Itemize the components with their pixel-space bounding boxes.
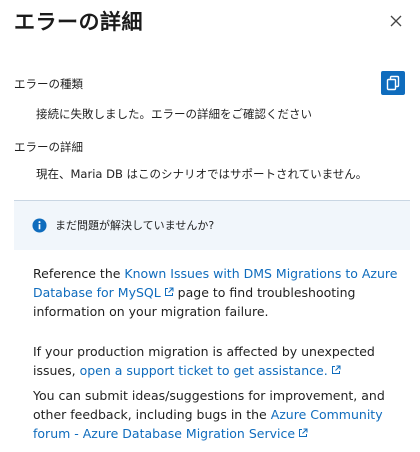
info-icon [32, 218, 47, 233]
copy-button[interactable] [381, 71, 405, 95]
error-type-value: 接続に失敗しました。エラーの詳細をご確認ください [36, 107, 312, 121]
error-detail-label: エラーの詳細 [14, 140, 83, 154]
info-message: まだ問題が解決していませんか? [55, 219, 215, 232]
external-link-icon [331, 365, 341, 374]
info-bar: まだ問題が解決していませんか? [14, 200, 410, 250]
help-paragraph-known-issues: Reference the Known Issues with DMS Migr… [33, 264, 403, 321]
support-ticket-link-text: open a support ticket to get assistance. [79, 363, 328, 378]
external-link-icon [164, 287, 174, 296]
help-text: Reference the [33, 266, 125, 281]
help-paragraph-support: If your production migration is affected… [33, 342, 403, 380]
error-detail-value: 現在、Maria DB はこのシナリオではサポートされていません。 [36, 167, 368, 181]
error-type-label: エラーの種類 [14, 77, 83, 91]
copy-icon [386, 75, 400, 91]
help-paragraph-feedback: You can submit ideas/suggestions for imp… [33, 386, 403, 443]
panel-title: エラーの詳細 [14, 10, 143, 34]
close-button[interactable] [388, 13, 404, 29]
error-details-panel: エラーの詳細 エラーの種類 接続に失敗しました。エラーの詳細をご確認ください エ… [0, 0, 420, 452]
support-ticket-link[interactable]: open a support ticket to get assistance. [80, 363, 341, 378]
close-icon [390, 15, 402, 27]
external-link-icon [299, 428, 308, 437]
